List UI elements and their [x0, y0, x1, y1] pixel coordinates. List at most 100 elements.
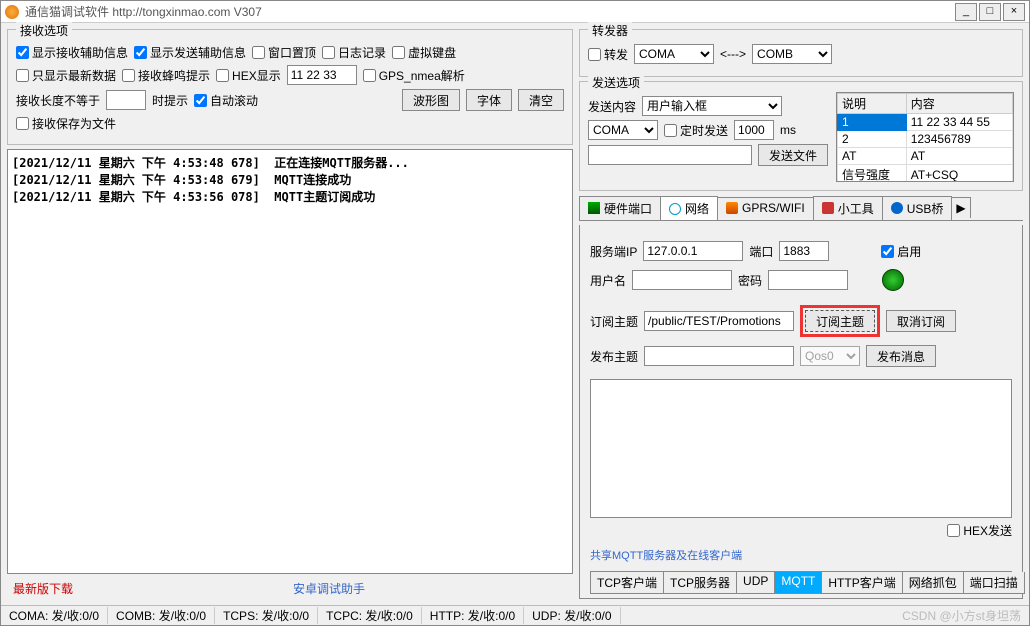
ms-label: ms — [780, 123, 796, 137]
table-row[interactable]: ATAT — [838, 148, 1013, 165]
status-comb: COMB: 发/收:0/0 — [108, 607, 215, 624]
share-mqtt-link[interactable]: 共享MQTT服务器及在线客户端 — [590, 547, 742, 563]
pub-topic-input[interactable] — [644, 346, 794, 366]
subtab-tcp-server[interactable]: TCP服务器 — [663, 572, 737, 594]
pub-topic-label: 发布主题 — [590, 348, 638, 365]
maximize-button[interactable]: □ — [979, 3, 1001, 21]
table-row[interactable]: 111 22 33 44 55 — [838, 114, 1013, 131]
subscribe-button[interactable]: 订阅主题 — [805, 310, 875, 332]
gps-checkbox[interactable]: GPS_nmea解析 — [363, 67, 465, 84]
auto-scroll-checkbox[interactable]: 自动滚动 — [194, 92, 258, 109]
send-content-select[interactable]: 用户输入框 — [642, 96, 782, 116]
tab-scroll-right[interactable]: ▶ — [951, 197, 970, 218]
send-port-select[interactable]: COMA — [588, 120, 658, 140]
subtab-udp[interactable]: UDP — [736, 572, 775, 594]
window-top-checkbox[interactable]: 窗口置顶 — [252, 44, 316, 61]
receive-options-group: 接收选项 显示接收辅助信息 显示发送辅助信息 窗口置顶 日志记录 虚拟键盘 只显… — [7, 29, 573, 145]
enable-checkbox[interactable]: 启用 — [881, 243, 921, 260]
wifi-icon — [726, 202, 738, 214]
username-label: 用户名 — [590, 272, 626, 289]
app-window: 通信猫调试软件 http://tongxinmao.com V307 _ □ ×… — [0, 0, 1030, 626]
sub-tabbar: TCP客户端 TCP服务器 UDP MQTT HTTP客户端 网络抓包 端口扫描 — [590, 571, 1012, 594]
virtual-kb-checkbox[interactable]: 虚拟键盘 — [392, 44, 456, 61]
tab-network[interactable]: 网络 — [660, 196, 718, 221]
app-icon — [5, 5, 19, 19]
recv-len-input[interactable] — [106, 90, 146, 110]
usb-icon — [891, 202, 903, 214]
time-hint-label: 时提示 — [152, 92, 188, 109]
send-file-button[interactable]: 发送文件 — [758, 144, 828, 166]
tools-icon — [822, 202, 834, 214]
interval-input[interactable] — [734, 120, 774, 140]
save-file-checkbox[interactable]: 接收保存为文件 — [16, 115, 116, 132]
publish-button[interactable]: 发布消息 — [866, 345, 936, 367]
network-icon — [669, 203, 681, 215]
forward-checkbox[interactable]: 转发 — [588, 46, 628, 63]
close-button[interactable]: × — [1003, 3, 1025, 21]
timed-send-checkbox[interactable]: 定时发送 — [664, 122, 728, 139]
tab-hardware[interactable]: 硬件端口 — [579, 196, 661, 220]
android-helper-link[interactable]: 安卓调试助手 — [293, 580, 365, 597]
status-udp: UDP: 发/收:0/0 — [524, 607, 620, 624]
send-content-label: 发送内容 — [588, 98, 636, 115]
password-label: 密码 — [738, 272, 762, 289]
table-row[interactable]: 2123456789 — [838, 131, 1013, 148]
unsubscribe-button[interactable]: 取消订阅 — [886, 310, 956, 332]
status-tcpc: TCPC: 发/收:0/0 — [318, 607, 422, 624]
status-tcps: TCPS: 发/收:0/0 — [215, 607, 318, 624]
status-http: HTTP: 发/收:0/0 — [422, 607, 524, 624]
titlebar: 通信猫调试软件 http://tongxinmao.com V307 _ □ × — [1, 1, 1029, 23]
log-record-checkbox[interactable]: 日志记录 — [322, 44, 386, 61]
font-button[interactable]: 字体 — [466, 89, 512, 111]
subtab-tcp-client[interactable]: TCP客户端 — [590, 572, 664, 594]
clear-button[interactable]: 清空 — [518, 89, 564, 111]
subtab-packet-capture[interactable]: 网络抓包 — [902, 572, 964, 594]
subtab-mqtt[interactable]: MQTT — [774, 572, 822, 594]
minimize-button[interactable]: _ — [955, 3, 977, 21]
tab-gprs[interactable]: GPRS/WIFI — [717, 197, 814, 218]
subscribe-highlight: 订阅主题 — [800, 305, 880, 337]
bottom-links: 最新版下载 安卓调试助手 — [7, 578, 573, 599]
password-input[interactable] — [768, 270, 848, 290]
hardware-icon — [588, 202, 600, 214]
server-ip-input[interactable] — [643, 241, 743, 261]
watermark: CSDN @小方st身坦荡 — [894, 607, 1029, 624]
log-area[interactable]: [2021/12/11 星期六 下午 4:53:48 678] 正在连接MQTT… — [7, 149, 573, 574]
username-input[interactable] — [632, 270, 732, 290]
send-options-legend: 发送选项 — [588, 74, 644, 91]
receive-options-legend: 接收选项 — [16, 22, 72, 39]
main-tabbar: 硬件端口 网络 GPRS/WIFI 小工具 USB桥 ▶ — [579, 195, 1023, 221]
preset-table[interactable]: 说明内容 111 22 33 44 55 2123456789 ATAT 信号强… — [836, 92, 1014, 182]
show-recv-aux-checkbox[interactable]: 显示接收辅助信息 — [16, 44, 128, 61]
beep-checkbox[interactable]: 接收蜂鸣提示 — [122, 67, 210, 84]
tab-tools[interactable]: 小工具 — [813, 196, 883, 220]
forward-from-select[interactable]: COMA — [634, 44, 714, 64]
forwarder-legend: 转发器 — [588, 22, 632, 39]
table-row[interactable]: 信号强度AT+CSQ — [838, 165, 1013, 183]
status-indicator-icon — [882, 269, 904, 291]
hex-send-checkbox[interactable]: HEX发送 — [947, 522, 1012, 539]
hex-value-input[interactable] — [287, 65, 357, 85]
recv-len-label: 接收长度不等于 — [16, 92, 100, 109]
hex-display-checkbox[interactable]: HEX显示 — [216, 67, 281, 84]
wave-button[interactable]: 波形图 — [402, 89, 460, 111]
tab-usb[interactable]: USB桥 — [882, 196, 953, 220]
subtab-http-client[interactable]: HTTP客户端 — [821, 572, 902, 594]
sub-topic-input[interactable] — [644, 311, 794, 331]
only-new-checkbox[interactable]: 只显示最新数据 — [16, 67, 116, 84]
port-label: 端口 — [749, 243, 773, 260]
send-options-group: 发送选项 发送内容 用户输入框 COMA 定时发送 ms 发送文件 — [579, 81, 1023, 191]
subtab-port-scan[interactable]: 端口扫描 — [963, 572, 1025, 594]
latest-download-link[interactable]: 最新版下载 — [13, 580, 73, 597]
sub-topic-label: 订阅主题 — [590, 313, 638, 330]
qos-select[interactable]: Qos0 — [800, 346, 860, 366]
status-coma: COMA: 发/收:0/0 — [1, 607, 108, 624]
port-input[interactable] — [779, 241, 829, 261]
send-text-input[interactable] — [588, 145, 752, 165]
window-title: 通信猫调试软件 http://tongxinmao.com V307 — [25, 3, 953, 20]
server-ip-label: 服务端IP — [590, 243, 637, 260]
show-send-aux-checkbox[interactable]: 显示发送辅助信息 — [134, 44, 246, 61]
status-bar: COMA: 发/收:0/0 COMB: 发/收:0/0 TCPS: 发/收:0/… — [1, 605, 1029, 625]
forward-to-select[interactable]: COMB — [752, 44, 832, 64]
message-textarea[interactable] — [590, 379, 1012, 518]
